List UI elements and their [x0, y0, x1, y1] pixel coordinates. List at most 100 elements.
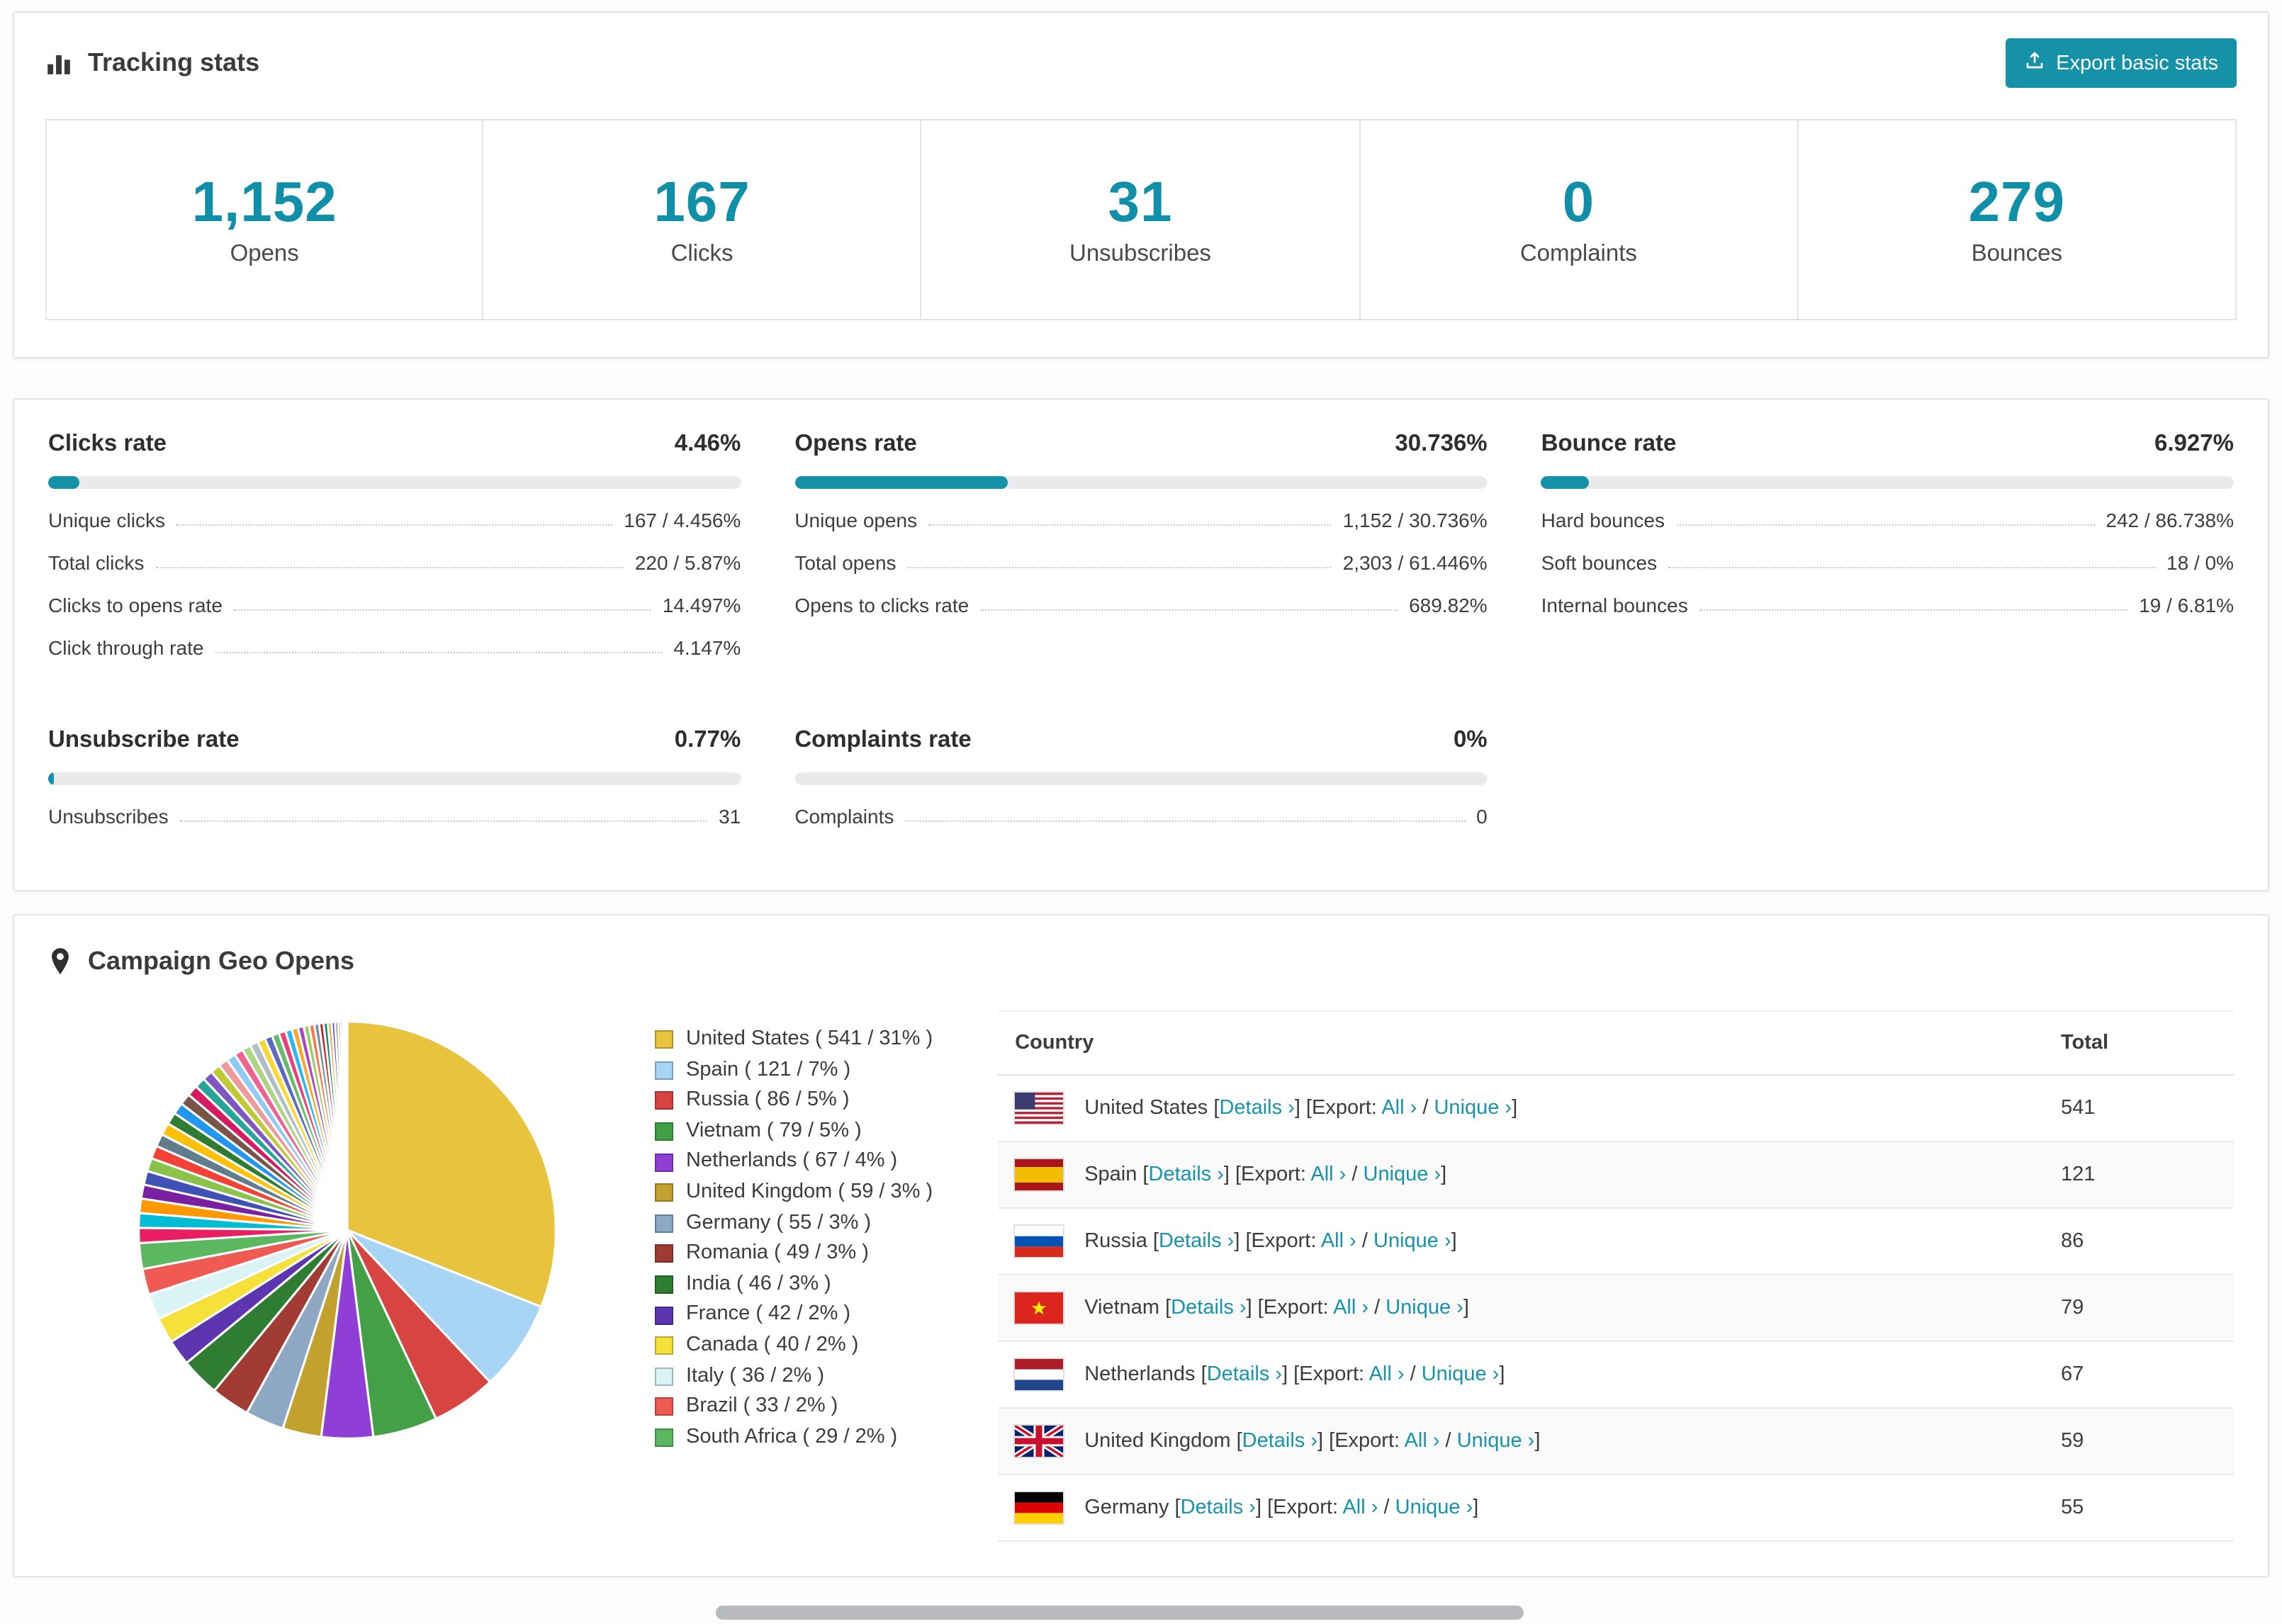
export-all-link[interactable]: All › — [1369, 1363, 1405, 1386]
rate-stat-label: Hard bounces — [1541, 509, 1665, 531]
country-flag-icon — [1015, 1359, 1064, 1390]
stat-label: Opens — [230, 241, 299, 266]
stat-label: Clicks — [670, 241, 734, 266]
country-flag-icon — [1015, 1159, 1064, 1190]
export-unique-link[interactable]: Unique › — [1386, 1297, 1463, 1319]
legend-item: Netherlands ( 67 / 4% ) — [655, 1147, 933, 1178]
location-pin-icon — [48, 947, 72, 976]
rate-progress-fill — [794, 476, 1008, 489]
rate-stat-value: 18 / 0% — [2166, 551, 2234, 574]
export-unique-link[interactable]: Unique › — [1422, 1363, 1500, 1386]
export-unique-link[interactable]: Unique › — [1395, 1496, 1473, 1519]
legend-label: Spain ( 121 / 7% ) — [686, 1058, 851, 1081]
legend-label: Germany ( 55 / 3% ) — [686, 1211, 872, 1234]
details-link[interactable]: Details › — [1219, 1097, 1294, 1120]
geo-table-row: United States [Details ›] [Export: All ›… — [998, 1075, 2234, 1142]
rate-stat-label: Unique opens — [794, 509, 918, 531]
geo-table-row: Germany [Details ›] [Export: All › / Uni… — [998, 1474, 2234, 1542]
legend-label: Netherlands ( 67 / 4% ) — [686, 1149, 898, 1173]
stat-label: Unsubscribes — [1069, 241, 1211, 266]
legend-label: South Africa ( 29 / 2% ) — [686, 1425, 898, 1448]
details-link[interactable]: Details › — [1149, 1163, 1224, 1186]
dotted-leader — [215, 652, 663, 653]
rate-stat-row: Unique clicks 167 / 4.456% — [48, 509, 741, 531]
geo-table-row: Vietnam [Details ›] [Export: All › / Uni… — [998, 1275, 2234, 1342]
rate-stat-value: 242 / 86.738% — [2106, 509, 2234, 531]
details-link[interactable]: Details › — [1242, 1430, 1317, 1453]
country-flag-icon — [1015, 1426, 1064, 1457]
export-all-link[interactable]: All › — [1342, 1496, 1378, 1519]
rate-progress-fill — [1541, 476, 1590, 489]
legend-label: Canada ( 40 / 2% ) — [686, 1333, 859, 1356]
legend-color-swatch — [655, 1397, 673, 1416]
rate-stat-value: 0 — [1476, 805, 1488, 828]
export-all-link[interactable]: All › — [1381, 1097, 1417, 1120]
stat-box: 0 Complaints — [1359, 119, 1799, 320]
legend-color-swatch — [655, 1306, 673, 1325]
country-total: 86 — [2044, 1208, 2234, 1275]
export-all-link[interactable]: All › — [1405, 1430, 1440, 1453]
stat-value: 1,152 — [191, 171, 337, 234]
country-flag-icon — [1015, 1226, 1064, 1257]
details-link[interactable]: Details › — [1159, 1230, 1234, 1253]
export-basic-stats-button[interactable]: Export basic stats — [2005, 38, 2237, 88]
export-unique-link[interactable]: Unique › — [1373, 1230, 1451, 1253]
rate-stat-value: 167 / 4.456% — [624, 509, 741, 531]
country-flag-icon — [1015, 1093, 1064, 1124]
export-unique-link[interactable]: Unique › — [1364, 1163, 1441, 1186]
rate-stat-value: 2,303 / 61.446% — [1342, 551, 1488, 574]
country-total: 121 — [2044, 1141, 2234, 1209]
geo-legend: United States ( 541 / 31% ) Spain ( 121 … — [655, 1025, 933, 1453]
stat-box: 167 Clicks — [482, 119, 922, 320]
dotted-leader — [907, 567, 1332, 568]
rate-stat-row: Hard bounces 242 / 86.738% — [1541, 509, 2234, 531]
country-name: United Kingdom — [1084, 1430, 1231, 1453]
details-link[interactable]: Details › — [1207, 1363, 1282, 1386]
legend-color-swatch — [655, 1336, 673, 1355]
stat-box: 31 Unsubscribes — [920, 119, 1361, 320]
tracking-stats-card: Tracking stats Export basic stats 1,152 … — [13, 11, 2269, 359]
country-total: 55 — [2044, 1474, 2234, 1542]
legend-color-swatch — [655, 1061, 673, 1080]
stat-label: Bounces — [1971, 241, 2062, 266]
rate-percent: 30.736% — [1395, 431, 1488, 456]
legend-label: Italy ( 36 / 2% ) — [686, 1364, 825, 1387]
tracking-stats-header: Tracking stats Export basic stats — [45, 38, 2237, 88]
horizontal-scrollbar[interactable] — [716, 1606, 1524, 1620]
rate-progress-fill — [48, 772, 54, 785]
rate-progress-bar — [48, 476, 741, 489]
legend-item: United Kingdom ( 59 / 3% ) — [655, 1178, 933, 1208]
rate-stat-value: 31 — [719, 805, 741, 828]
export-all-link[interactable]: All › — [1321, 1230, 1356, 1253]
campaign-geo-opens-card: Campaign Geo Opens United States ( 541 /… — [13, 914, 2269, 1577]
geo-table-header-row: Country Total — [998, 1010, 2234, 1076]
geo-content: United States ( 541 / 31% ) Spain ( 121 … — [48, 1010, 2234, 1542]
legend-color-swatch — [655, 1428, 673, 1448]
stats-row: 1,152 Opens 167 Clicks 31 Unsubscribes 0… — [45, 119, 2237, 320]
legend-item: United States ( 541 / 31% ) — [655, 1025, 933, 1055]
rate-stat-label: Internal bounces — [1541, 594, 1688, 616]
rate-stat-row: Unsubscribes 31 — [48, 805, 741, 828]
export-unique-link[interactable]: Unique › — [1457, 1430, 1535, 1453]
rate-title: Unsubscribe rate — [48, 727, 240, 752]
details-link[interactable]: Details › — [1171, 1297, 1246, 1319]
total-column-header: Total — [2044, 1010, 2234, 1076]
pie-svg — [137, 1020, 557, 1440]
legend-color-swatch — [655, 1122, 673, 1141]
legend-item: Spain ( 121 / 7% ) — [655, 1055, 933, 1086]
stat-value: 31 — [1108, 171, 1173, 234]
rate-block: Bounce rate 6.927% Hard bounces 242 / 86… — [1541, 431, 2234, 659]
export-all-link[interactable]: All › — [1310, 1163, 1346, 1186]
export-unique-link[interactable]: Unique › — [1434, 1097, 1512, 1120]
country-flag-icon — [1015, 1492, 1064, 1523]
geo-table: Country Total United States [Details ›] … — [998, 1010, 2234, 1542]
bar-chart-icon — [45, 50, 72, 77]
details-link[interactable]: Details › — [1181, 1496, 1256, 1519]
export-all-link[interactable]: All › — [1333, 1297, 1368, 1319]
country-total: 67 — [2044, 1341, 2234, 1409]
country-name: Vietnam — [1084, 1297, 1160, 1319]
legend-label: United States ( 541 / 31% ) — [686, 1027, 933, 1050]
country-name: Russia — [1084, 1230, 1147, 1253]
rate-stat-value: 220 / 5.87% — [634, 551, 741, 574]
rate-progress-bar — [794, 772, 1488, 785]
